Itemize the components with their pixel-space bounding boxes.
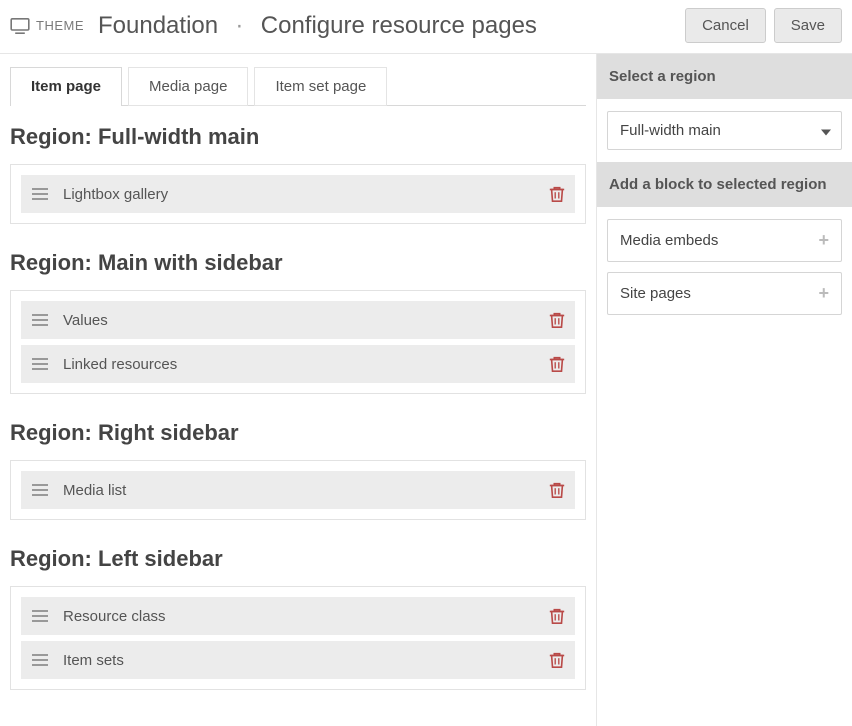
drag-handle-icon[interactable]	[31, 187, 49, 201]
tabs: Item page Media page Item set page	[10, 66, 586, 106]
block-label: Item sets	[63, 652, 549, 669]
region-title: Region: Main with sidebar	[10, 250, 586, 276]
drag-handle-icon[interactable]	[31, 609, 49, 623]
block-label: Lightbox gallery	[63, 186, 549, 203]
cancel-button[interactable]: Cancel	[685, 8, 766, 43]
region-right-sidebar: Region: Right sidebar Media list	[10, 420, 586, 520]
select-region-heading: Select a region	[597, 54, 852, 99]
available-block-label: Media embeds	[620, 232, 818, 249]
monitor-icon	[10, 18, 30, 34]
block-row: Resource class	[21, 597, 575, 635]
block-row: Values	[21, 301, 575, 339]
available-block-media-embeds[interactable]: Media embeds +	[607, 219, 842, 262]
trash-icon[interactable]	[549, 355, 565, 373]
drag-handle-icon[interactable]	[31, 483, 49, 497]
region-left-sidebar: Region: Left sidebar Resource class Item	[10, 546, 586, 690]
available-block-label: Site pages	[620, 285, 818, 302]
theme-name: Foundation	[98, 12, 218, 39]
tab-media-page[interactable]: Media page	[128, 67, 248, 106]
trash-icon[interactable]	[549, 311, 565, 329]
title-separator: ·	[225, 12, 254, 39]
block-row: Media list	[21, 471, 575, 509]
save-button[interactable]: Save	[774, 8, 842, 43]
region-select-value: Full-width main	[620, 122, 721, 139]
drag-handle-icon[interactable]	[31, 313, 49, 327]
add-block-body: Media embeds + Site pages +	[597, 207, 852, 337]
tab-item-page[interactable]: Item page	[10, 67, 122, 106]
page-header: THEME Foundation · Configure resource pa…	[0, 0, 852, 54]
drag-handle-icon[interactable]	[31, 653, 49, 667]
trash-icon[interactable]	[549, 185, 565, 203]
block-row: Item sets	[21, 641, 575, 679]
block-row: Linked resources	[21, 345, 575, 383]
block-row: Lightbox gallery	[21, 175, 575, 213]
region-title: Region: Right sidebar	[10, 420, 586, 446]
region-full-width-main: Region: Full-width main Lightbox gallery	[10, 124, 586, 224]
block-list: Lightbox gallery	[10, 164, 586, 224]
trash-icon[interactable]	[549, 607, 565, 625]
theme-label: THEME	[36, 18, 84, 33]
trash-icon[interactable]	[549, 481, 565, 499]
region-main-with-sidebar: Region: Main with sidebar Values Linked …	[10, 250, 586, 394]
region-title: Region: Full-width main	[10, 124, 586, 150]
trash-icon[interactable]	[549, 651, 565, 669]
caret-down-icon	[821, 122, 831, 139]
tab-item-set-page[interactable]: Item set page	[254, 67, 387, 106]
block-list: Media list	[10, 460, 586, 520]
right-sidebar-panel: Select a region Full-width main Add a bl…	[596, 54, 852, 726]
page-subtitle: Configure resource pages	[261, 12, 537, 39]
block-label: Resource class	[63, 608, 549, 625]
plus-icon: +	[818, 283, 829, 304]
block-list: Values Linked resources	[10, 290, 586, 394]
plus-icon: +	[818, 230, 829, 251]
block-label: Linked resources	[63, 356, 549, 373]
drag-handle-icon[interactable]	[31, 357, 49, 371]
add-block-heading: Add a block to selected region	[597, 162, 852, 207]
region-title: Region: Left sidebar	[10, 546, 586, 572]
select-region-body: Full-width main	[597, 99, 852, 162]
main-content: Item page Media page Item set page Regio…	[0, 54, 596, 726]
block-label: Media list	[63, 482, 549, 499]
available-block-site-pages[interactable]: Site pages +	[607, 272, 842, 315]
page-title: Foundation · Configure resource pages	[98, 12, 677, 40]
block-label: Values	[63, 312, 549, 329]
region-select[interactable]: Full-width main	[607, 111, 842, 150]
block-list: Resource class Item sets	[10, 586, 586, 690]
